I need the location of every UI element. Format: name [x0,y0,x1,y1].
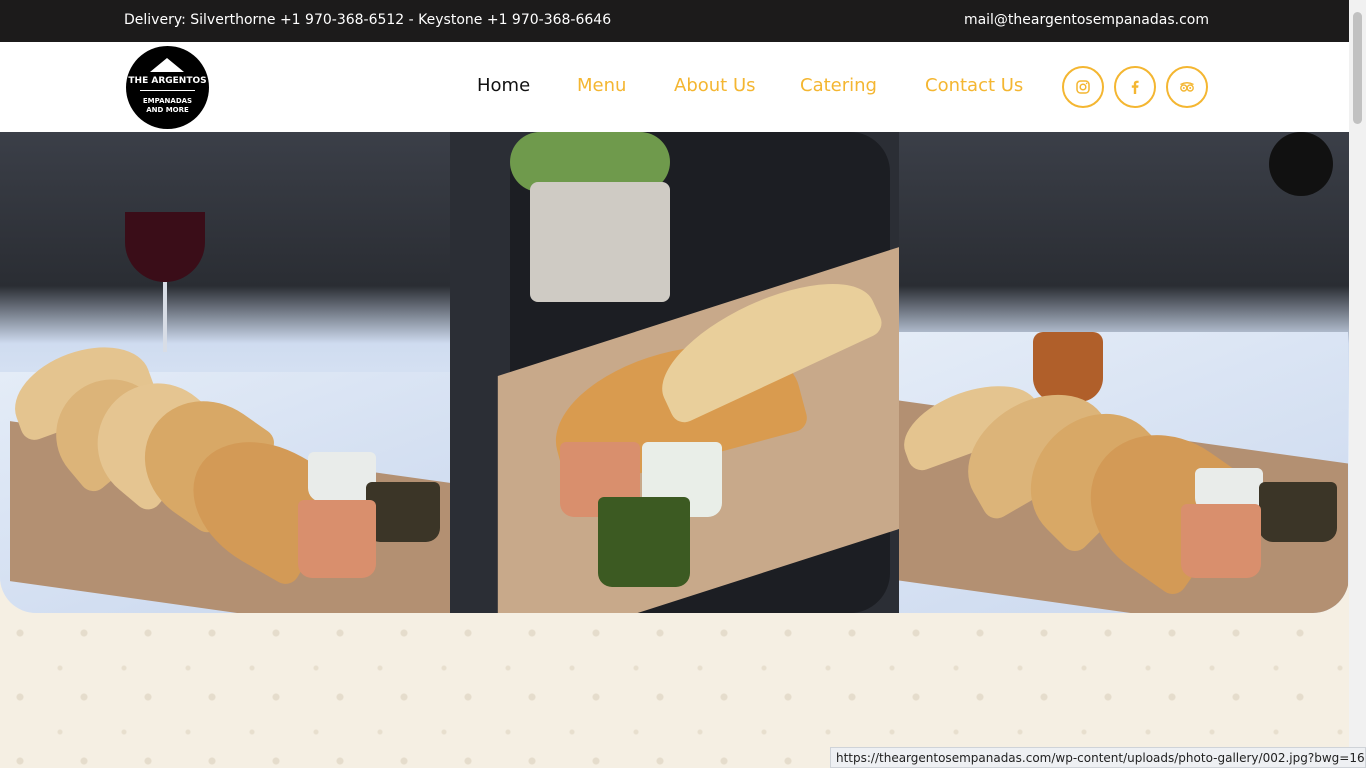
tripadvisor-button[interactable] [1166,66,1208,108]
sauce-cup [366,482,440,542]
delivery-info: Delivery: Silverthorne +1 970-368-6512 -… [124,12,612,28]
nav-about-us[interactable]: About Us [674,75,756,96]
logo-divider [140,90,195,91]
vertical-scrollbar[interactable] [1349,0,1366,768]
logo-line1: EMPANADAS [142,97,193,105]
logo-name: THE ARGENTOS [128,76,207,86]
nav-menu[interactable]: Menu [577,75,626,96]
facebook-button[interactable] [1114,66,1156,108]
food-pattern-background [0,613,1349,768]
nav-catering[interactable]: Catering [800,75,877,96]
email-link[interactable]: mail@theargentosempanadas.com [964,12,1209,28]
wall-logo [1269,132,1333,196]
gallery-photo-2[interactable] [450,132,899,613]
nav-contact-us[interactable]: Contact Us [925,75,1023,96]
flower-pot [530,182,670,302]
facebook-icon [1131,80,1139,94]
instagram-button[interactable] [1062,66,1104,108]
status-url-tooltip: https://theargentosempanadas.com/wp-cont… [830,747,1366,768]
sauce-cup [598,497,690,587]
photo-gallery [0,132,1349,613]
sauce-cup [1181,504,1261,578]
gallery-photo-3[interactable] [899,132,1349,613]
tripadvisor-icon [1180,82,1194,92]
gallery-photo-1[interactable] [0,132,450,613]
site-logo[interactable]: THE ARGENTOS EMPANADAS AND MORE [126,46,209,129]
logo-line2: AND MORE [146,106,189,114]
mountain-icon [150,58,184,72]
site-header: THE ARGENTOS EMPANADAS AND MORE Home Men… [0,42,1349,132]
sauce-cup [298,500,376,578]
nav-home[interactable]: Home [477,75,530,96]
mate-cup [1033,332,1103,402]
wine-glass-stem [163,282,167,352]
sauce-cup [1259,482,1337,542]
scrollbar-thumb[interactable] [1353,12,1362,124]
instagram-icon [1076,80,1090,94]
wine-glass [125,212,205,282]
top-bar: Delivery: Silverthorne +1 970-368-6512 -… [0,0,1349,42]
